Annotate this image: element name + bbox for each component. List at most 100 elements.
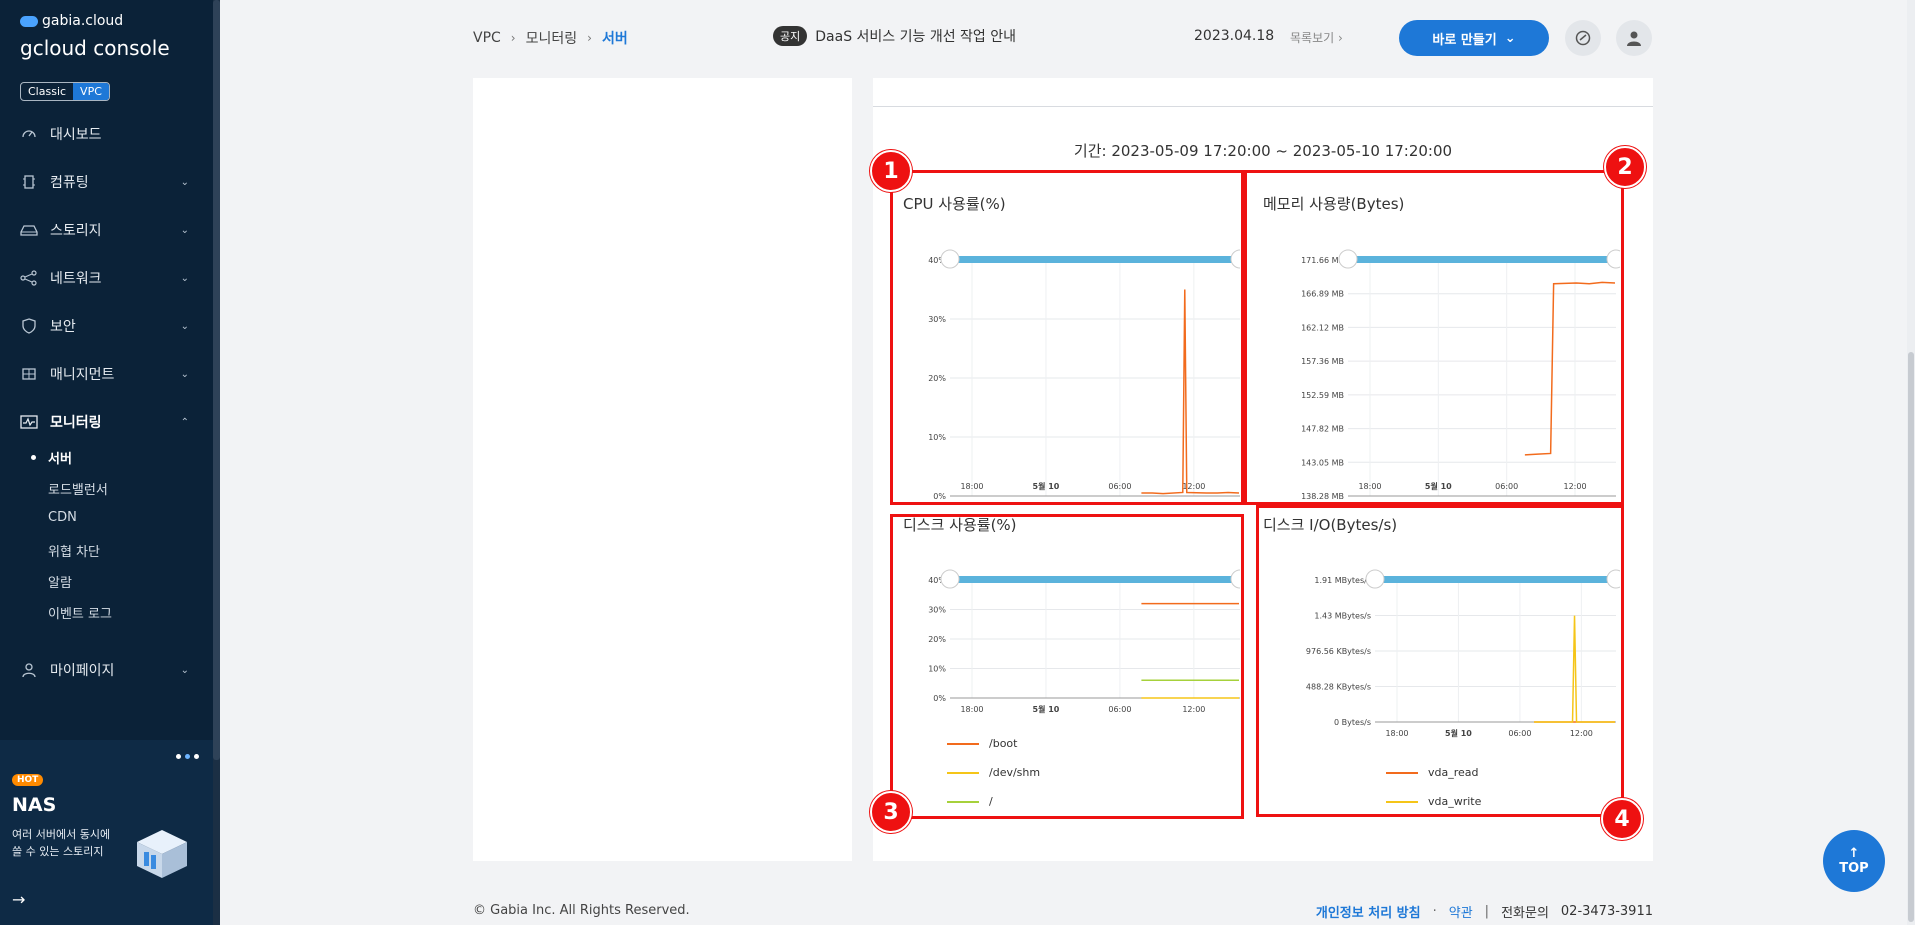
cloud-icon [20,15,38,27]
sidebar-item-label: 모니터링 [50,415,102,431]
carousel-dot[interactable] [176,754,181,759]
promo-title: NAS [12,794,57,816]
chevron-up-icon: ⌃ [180,416,189,428]
gauge-icon [20,125,38,143]
brand-top-text: gabia.cloud [42,13,124,29]
active-dot [31,455,36,460]
env-vpc-button[interactable]: VPC [73,83,109,100]
sidebar-sub-threat-block[interactable]: 위협 차단 [48,541,100,560]
chevron-right-icon: › [587,31,592,45]
brand-logo[interactable]: gabia.cloud [20,13,123,29]
server-list-panel [473,78,852,861]
sidebar-item-label: 대시보드 [50,127,102,143]
breadcrumb-current: 서버 [601,31,628,47]
sidebar-item-monitoring[interactable]: 모니터링 ⌃ [0,402,213,442]
notice-date: 2023.04.18 [1194,28,1275,44]
brand-console[interactable]: gcloud console [20,36,170,60]
contact-label: 전화문의 [1501,906,1549,921]
divider [873,106,1653,107]
highlight-box-4 [1256,505,1624,817]
env-toggle: Classic VPC [20,82,110,101]
chevron-down-icon: ⌄ [180,368,189,380]
chevron-right-icon: › [510,31,516,45]
sidebar-sub-event-log[interactable]: 이벤트 로그 [48,603,112,622]
shield-icon [20,317,38,335]
sidebar-sub-server[interactable]: 서버 [48,448,72,467]
chevron-down-icon: ⌄ [180,664,189,676]
page-scrollbar[interactable] [1907,0,1915,925]
carousel-dot[interactable] [185,754,190,759]
scroll-top-button[interactable]: ↑ TOP [1823,830,1885,892]
notice-bar[interactable]: 공지 DaaS 서비스 기능 개선 작업 안내 [773,26,1016,46]
sidebar-item-storage[interactable]: 스토리지 ⌄ [0,210,213,250]
sidebar-item-label: 스토리지 [50,223,102,239]
footer-copyright: © Gabia Inc. All Rights Reserved. [473,903,690,918]
chevron-right-icon: › [1338,31,1343,45]
breadcrumb: VPC › 모니터링 › 서버 [473,28,628,48]
sidebar: gabia.cloud gcloud console Classic VPC 대… [0,0,220,925]
breadcrumb-monitoring[interactable]: 모니터링 [526,28,578,48]
sidebar-item-management[interactable]: 매니지먼트 ⌄ [0,354,213,394]
promo-desc-line: 여러 서버에서 동시에 [12,828,111,841]
top-label: TOP [1839,861,1869,876]
profile-button[interactable] [1616,20,1652,56]
notice-list-link[interactable]: 목록보기 › [1290,29,1343,46]
create-button-label: 바로 만들기 [1432,32,1497,48]
notice-text[interactable]: DaaS 서비스 기능 개선 작업 안내 [815,26,1016,46]
marker-3: 3 [870,791,912,833]
user-icon [1627,31,1641,46]
chip-icon [20,173,38,191]
promo-description: 여러 서버에서 동시에 쓸 수 있는 스토리지 [12,826,132,860]
privacy-policy-link[interactable]: 개인정보 처리 방침 [1316,902,1421,921]
notice-badge: 공지 [773,26,808,46]
carousel-dots [176,754,199,759]
monitor-icon [20,413,38,431]
notice-list-label: 목록보기 [1290,31,1335,45]
sidebar-sub-loadbalancer[interactable]: 로드밸런서 [48,479,108,498]
storage-icon [20,221,38,239]
sidebar-item-network[interactable]: 네트워크 ⌄ [0,258,213,298]
marker-2: 2 [1604,146,1646,188]
management-icon [20,365,38,383]
sidebar-scrollbar[interactable] [213,0,220,925]
contact-number: 02-3473-3911 [1560,904,1653,919]
marker-1: 1 [870,150,912,192]
chevron-down-icon: ⌄ [180,272,189,284]
terms-link[interactable]: 약관 [1449,902,1473,921]
sidebar-item-computing[interactable]: 컴퓨팅 ⌄ [0,162,213,202]
chat-button[interactable] [1565,20,1601,56]
arrow-up-icon: ↑ [1848,846,1860,861]
env-classic-button[interactable]: Classic [21,83,73,100]
highlight-box-1 [890,170,1244,505]
sidebar-sub-cdn[interactable]: CDN [48,510,77,525]
chevron-down-icon: ⌄ [1504,30,1516,46]
footer-links: 개인정보 처리 방침 · 약관 | 전화문의 02-3473-3911 [1316,902,1653,921]
create-button[interactable]: 바로 만들기 ⌄ [1399,20,1549,56]
marker-4: 4 [1601,798,1643,840]
sidebar-item-label: 매니지먼트 [50,367,115,383]
promo-desc-line: 쓸 수 있는 스토리지 [12,845,104,858]
page-scrollbar-thumb[interactable] [1908,352,1914,922]
period-label: 기간: 2023-05-09 17:20:00 ~ 2023-05-10 17:… [1073,142,1453,160]
sidebar-item-label: 마이페이지 [50,663,115,679]
carousel-dot[interactable] [194,754,199,759]
sidebar-sub-alarm[interactable]: 알람 [48,572,72,591]
highlight-box-2 [1244,170,1624,505]
sidebar-item-security[interactable]: 보안 ⌄ [0,306,213,346]
sidebar-item-mypage[interactable]: 마이페이지 ⌄ [0,650,213,690]
sidebar-item-dashboard[interactable]: 대시보드 [0,114,213,154]
user-icon [20,661,38,679]
breadcrumb-vpc[interactable]: VPC [473,30,501,46]
footer-dot: · [1432,904,1437,919]
promo-banner[interactable]: HOT NAS 여러 서버에서 동시에 쓸 수 있는 스토리지 → [0,740,213,925]
sidebar-scrollbar-thumb[interactable] [213,0,220,760]
sidebar-item-label: 보안 [50,319,76,335]
chevron-down-icon: ⌄ [180,320,189,332]
sidebar-item-label: 네트워크 [50,271,102,287]
network-icon [20,269,38,287]
hot-badge: HOT [12,774,44,786]
chevron-down-icon: ⌄ [180,224,189,236]
storage-cube-icon [137,830,187,878]
chat-icon [1575,30,1591,46]
arrow-right-icon[interactable]: → [12,890,25,909]
